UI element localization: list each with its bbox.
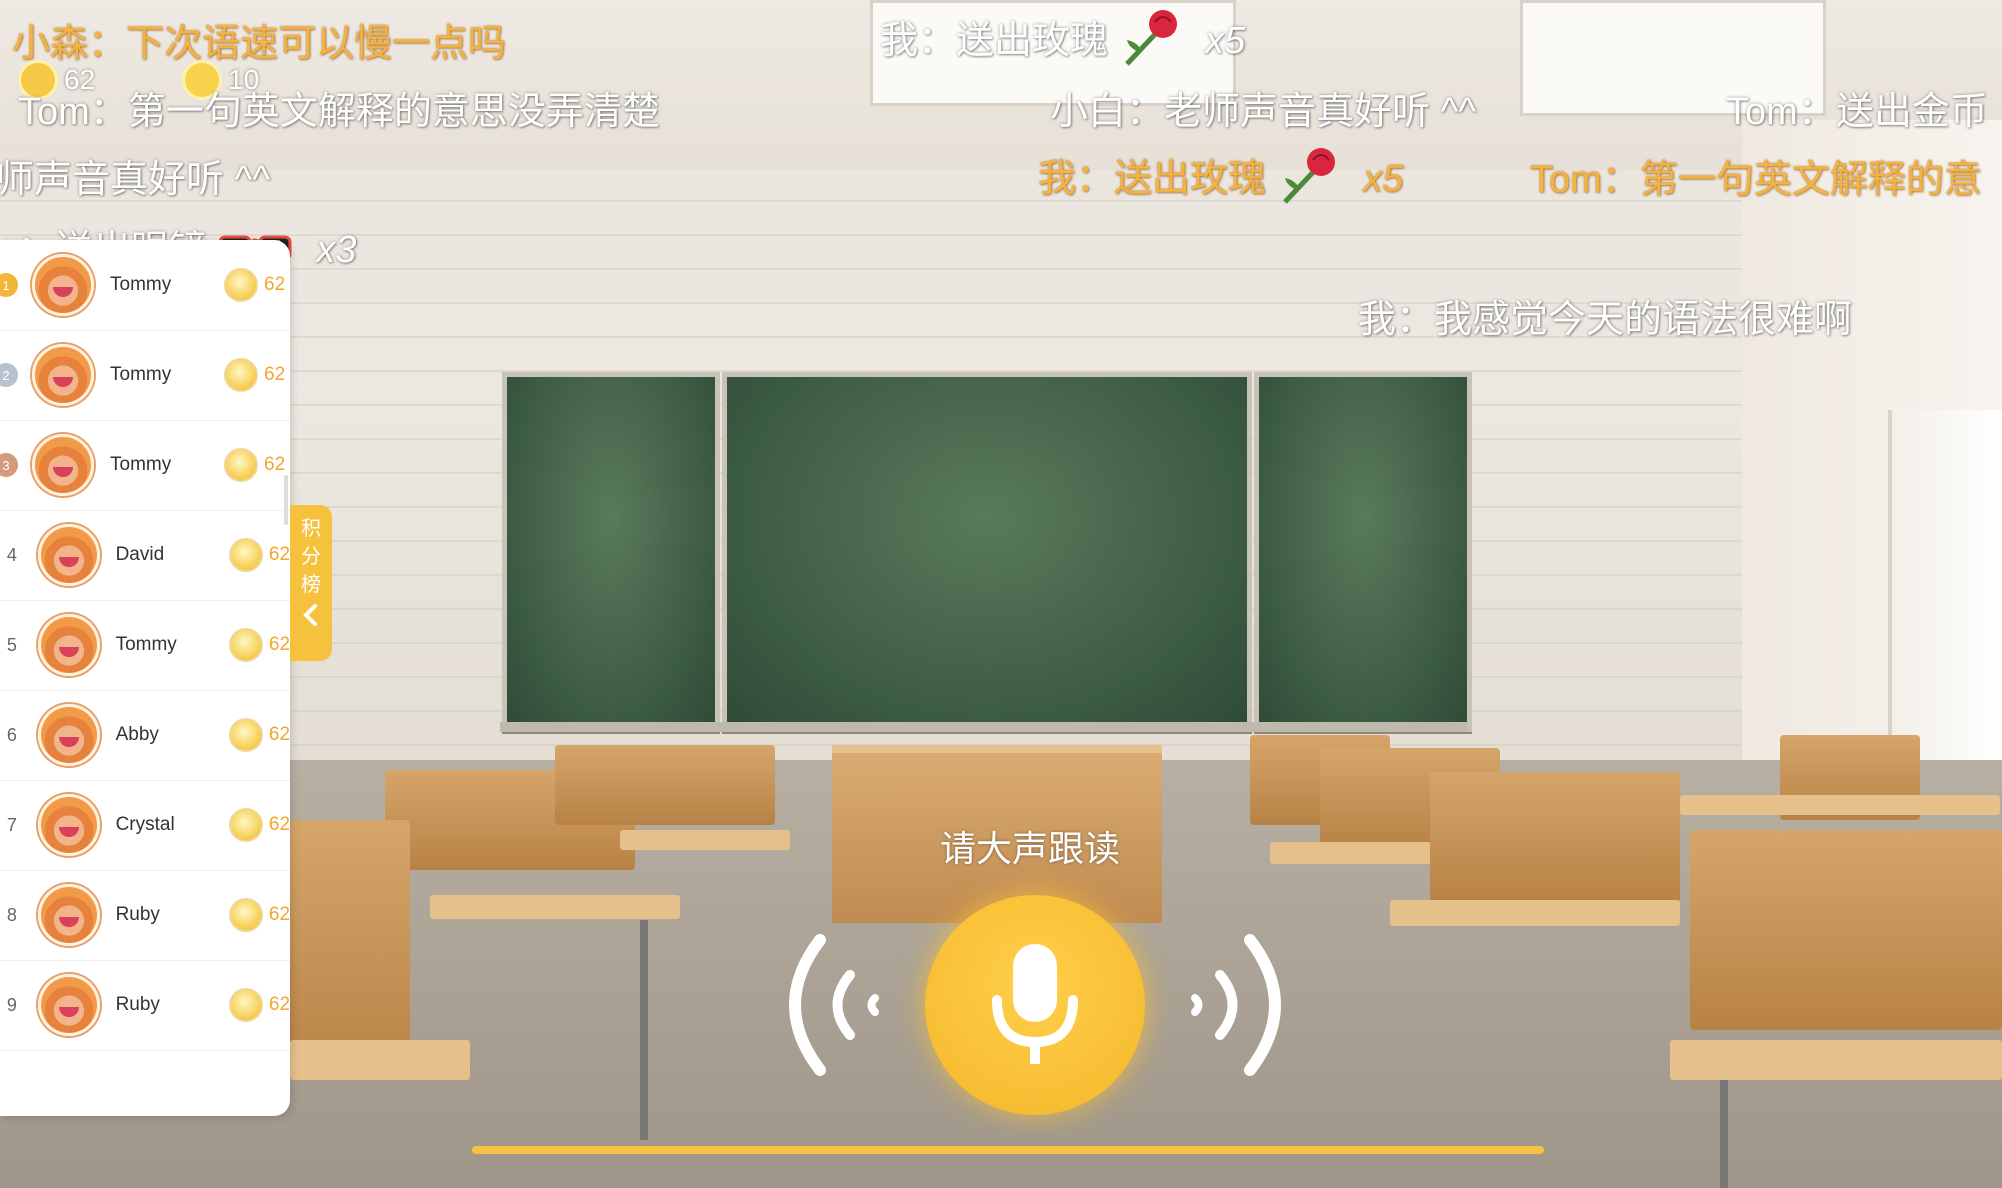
chair bbox=[555, 745, 775, 825]
leaderboard-row[interactable]: 9 Ruby 62 bbox=[0, 960, 290, 1051]
coin-icon bbox=[224, 268, 258, 302]
player-name: Tommy bbox=[110, 364, 172, 385]
coin-icon bbox=[224, 358, 258, 392]
desk-leg bbox=[1720, 1080, 1728, 1188]
player-name: Ruby bbox=[115, 994, 160, 1015]
recording-progress-fill bbox=[472, 1146, 1544, 1154]
door bbox=[1888, 410, 2002, 770]
silver-medal-icon: 2 bbox=[0, 363, 18, 387]
rank-number: 9 bbox=[6, 994, 17, 1015]
player-score: 62 bbox=[268, 634, 290, 655]
rose-icon bbox=[1119, 8, 1183, 78]
microphone-icon bbox=[992, 944, 1078, 1064]
coin-icon bbox=[229, 988, 263, 1022]
read-aloud-prompt: 请大声跟读 bbox=[940, 828, 1121, 869]
leaderboard-toggle-tab[interactable]: 积 分 榜 bbox=[290, 505, 332, 661]
leaderboard-row[interactable]: 2 Tommy 62 bbox=[0, 330, 290, 421]
coin-icon bbox=[229, 898, 263, 932]
coin-icon bbox=[229, 628, 263, 662]
student-desk bbox=[620, 830, 790, 850]
leaderboard-row[interactable]: 7 Crystal 62 bbox=[0, 780, 290, 871]
player-score: 62 bbox=[264, 274, 286, 295]
danmaku-message: 小白：老师声音真好听 ^^ bbox=[1050, 91, 1477, 133]
player-score: 62 bbox=[268, 994, 290, 1015]
player-name: Abby bbox=[115, 724, 159, 745]
danmaku-message: Tom：送出金币 bbox=[1726, 91, 1988, 133]
avatar bbox=[32, 254, 94, 316]
leaderboard-panel: 1 Tommy 62 2 Tommy 62 3 Tommy 62 4 David… bbox=[0, 240, 290, 1116]
chalkboard-left bbox=[502, 372, 720, 732]
avatar bbox=[32, 434, 94, 496]
chalkboard-center bbox=[722, 372, 1252, 732]
chevron-left-icon bbox=[301, 603, 321, 634]
avatar bbox=[37, 794, 100, 856]
player-name: Tommy bbox=[110, 454, 172, 475]
player-score: 62 bbox=[264, 454, 286, 475]
player-score: 62 bbox=[264, 364, 286, 385]
coin-icon bbox=[229, 808, 263, 842]
player-name: David bbox=[115, 544, 165, 565]
student-desk bbox=[1390, 900, 1680, 926]
rose-icon bbox=[1277, 146, 1341, 216]
recording-progress-bar bbox=[472, 1146, 1544, 1154]
leaderboard-scrollbar[interactable] bbox=[284, 475, 288, 525]
leaderboard-row[interactable]: 6 Abby 62 bbox=[0, 690, 290, 781]
danmaku-message: 我：我感觉今天的语法很难啊 bbox=[1358, 299, 1853, 341]
rank-number: 7 bbox=[6, 814, 17, 835]
danmaku-message: Tom：第一句英文解释的意 bbox=[1530, 159, 1982, 201]
danmaku-message: Tom：第一句英文解释的意思没弄清楚 bbox=[18, 91, 660, 133]
coin-icon bbox=[224, 448, 258, 482]
chalkboard-right bbox=[1254, 372, 1472, 732]
leaderboard-row[interactable]: 1 Tommy 62 bbox=[0, 240, 290, 331]
chalk-tray bbox=[500, 722, 1468, 732]
avatar bbox=[37, 524, 100, 586]
coin-icon bbox=[229, 538, 263, 572]
avatar bbox=[32, 344, 94, 406]
player-name: Crystal bbox=[115, 814, 175, 835]
danmaku-message: 我：送出玫瑰 x5 bbox=[1038, 146, 1403, 216]
chair bbox=[1690, 830, 2002, 1030]
player-name: Tommy bbox=[115, 634, 177, 655]
microphone-button[interactable] bbox=[925, 895, 1145, 1115]
gold-medal-icon: 1 bbox=[0, 273, 18, 297]
leaderboard-row[interactable]: 4 David 62 bbox=[0, 510, 290, 601]
player-score: 62 bbox=[268, 814, 290, 835]
student-desk bbox=[290, 1040, 470, 1080]
danmaku-message: 小森：下次语速可以慢一点吗 bbox=[12, 23, 507, 65]
player-score: 62 bbox=[268, 724, 290, 745]
chair bbox=[1430, 772, 1680, 902]
sound-wave-left-icon bbox=[789, 934, 879, 1076]
avatar bbox=[37, 614, 100, 676]
player-name: Ruby bbox=[115, 904, 160, 925]
player-score: 62 bbox=[268, 544, 290, 565]
rank-number: 6 bbox=[6, 724, 17, 745]
rank-number: 5 bbox=[6, 634, 17, 655]
avatar bbox=[37, 884, 100, 946]
avatar bbox=[37, 704, 100, 766]
leaderboard-row[interactable]: 8 Ruby 62 bbox=[0, 870, 290, 961]
danmaku-message: 师声音真好听 ^^ bbox=[0, 159, 271, 201]
leaderboard-row[interactable]: 3 Tommy 62 bbox=[0, 420, 290, 511]
student-desk bbox=[1680, 795, 2000, 815]
rank-number: 8 bbox=[6, 904, 17, 925]
player-score: 62 bbox=[268, 904, 290, 925]
student-desk bbox=[1670, 1040, 2002, 1080]
danmaku-message: 我：送出玫瑰 x5 bbox=[880, 8, 1245, 78]
tab-label-char: 积 bbox=[301, 518, 321, 540]
player-name: Tommy bbox=[110, 274, 172, 295]
tab-label-char: 分 bbox=[301, 546, 321, 568]
leaderboard-row[interactable]: 5 Tommy 62 bbox=[0, 600, 290, 691]
bronze-medal-icon: 3 bbox=[0, 453, 18, 477]
sound-wave-right-icon bbox=[1191, 934, 1281, 1076]
rank-number: 4 bbox=[6, 544, 17, 565]
desk-leg bbox=[640, 920, 648, 1140]
avatar bbox=[37, 974, 100, 1036]
student-desk bbox=[430, 895, 680, 919]
coin-icon bbox=[229, 718, 263, 752]
tab-label-char: 榜 bbox=[301, 574, 321, 596]
